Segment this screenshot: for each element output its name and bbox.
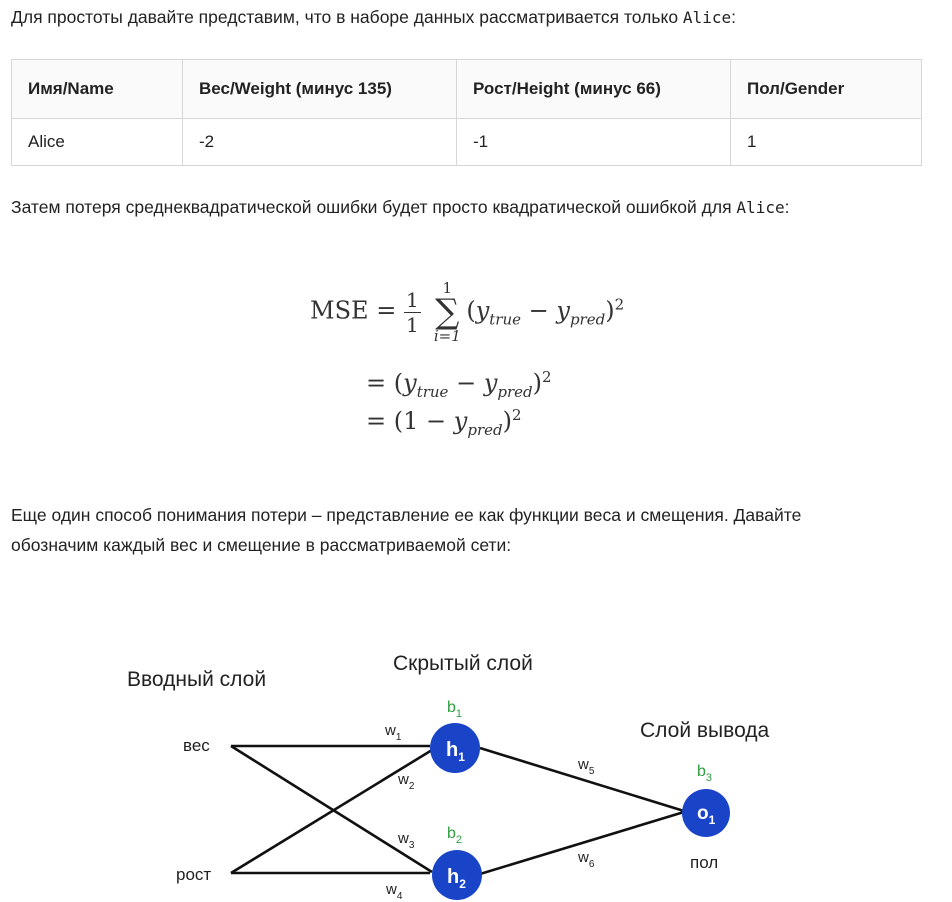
weight-label-w2: w2 — [397, 771, 415, 792]
square-exponent: 2 — [512, 406, 522, 424]
mse-code-alice: Alice — [736, 198, 785, 217]
bias-label-b3: b3 — [697, 763, 712, 784]
input-height-label: рост — [176, 865, 211, 884]
formula-eq-2: = — [366, 369, 387, 397]
weight-labels: w1 w2 w3 w4 w5 w6 — [384, 722, 595, 902]
weight-label-w4: w4 — [385, 881, 403, 902]
hidden-node-h1: h1 — [430, 723, 480, 773]
formula-line-3: = (1 − ypred)2 — [366, 406, 522, 439]
fraction-denominator: 1 — [405, 312, 419, 337]
neural-network-diagram: Вводный слой Скрытый слой Слой вывода ве… — [127, 652, 770, 902]
table-header-row: Имя/Name Вес/Weight (минус 135) Рост/Hei… — [11, 59, 922, 119]
hidden-layer-title: Скрытый слой — [393, 652, 533, 675]
alice-data-table: Имя/Name Вес/Weight (минус 135) Рост/Hei… — [11, 59, 922, 166]
input-layer-title: Вводный слой — [127, 668, 266, 691]
header-weight: Вес/Weight (минус 135) — [182, 59, 457, 119]
sigma-icon: ∑ — [435, 292, 460, 332]
pred-subscript: pred — [569, 310, 606, 329]
rparen: ) — [605, 296, 615, 325]
loss-line-1: Еще один способ понимания потери – предс… — [11, 505, 802, 525]
lparen: ( — [466, 296, 476, 325]
input-weight-label: вес — [183, 736, 210, 755]
output-layer-title: Слой вывода — [640, 719, 770, 742]
intro-paragraph: Для простоты давайте представим, что в н… — [11, 2, 736, 33]
header-gender: Пол/Gender — [730, 59, 922, 119]
mse-paragraph: Затем потеря среднеквадратической ошибки… — [11, 192, 789, 223]
mse-text: Затем потеря среднеквадратической ошибки… — [11, 197, 737, 217]
bias-label-b1: b1 — [447, 699, 462, 720]
y-symbol: y — [403, 369, 417, 397]
output-gender-label: пол — [690, 853, 718, 872]
formula-eq-1: = — [376, 296, 397, 325]
square-exponent: 2 — [542, 368, 552, 386]
sum-lower-limit: i=1 — [433, 327, 461, 345]
cell-gender: 1 — [730, 118, 922, 166]
cell-weight: -2 — [182, 118, 457, 166]
fraction-numerator: 1 — [403, 287, 421, 313]
output-node-o1: o1 — [682, 789, 730, 837]
header-name: Имя/Name — [11, 59, 183, 119]
weight-label-w5: w5 — [577, 756, 595, 777]
loss-paragraph: Еще один способ понимания потери – предс… — [11, 500, 801, 560]
y-symbol: y — [556, 296, 570, 325]
rparen: ) — [532, 369, 543, 397]
minus-sign: − — [456, 369, 477, 397]
formula-eq-3: = — [366, 407, 387, 435]
hidden-node-h2: h2 — [432, 850, 482, 900]
minus-sign: − — [528, 296, 549, 325]
pred-subscript: pred — [467, 420, 503, 439]
intro-end: : — [731, 7, 736, 27]
formula-line-1: MSE = 1 1 1 ∑ i=1 (ytrue − ypred)2 — [310, 280, 624, 344]
lparen: ( — [393, 369, 404, 397]
y-symbol: y — [453, 407, 468, 435]
square-exponent: 2 — [614, 295, 625, 314]
y-symbol: y — [475, 296, 490, 325]
weight-label-w6: w6 — [577, 849, 595, 870]
table-row: Alice -2 -1 1 — [11, 118, 922, 166]
one-value: 1 — [403, 407, 419, 435]
intro-text: Для простоты давайте представим, что в н… — [11, 7, 683, 27]
intro-code-alice: Alice — [682, 8, 732, 27]
bias-label-b2: b2 — [447, 825, 462, 846]
header-height: Рост/Height (минус 66) — [456, 59, 731, 119]
loss-line-2: обозначим каждый вес и смещение в рассма… — [11, 535, 512, 555]
cell-height: -1 — [456, 118, 731, 166]
weight-label-w3: w3 — [397, 830, 415, 851]
cell-name: Alice — [11, 118, 183, 166]
weight-label-w1: w1 — [384, 722, 402, 743]
formula-fraction: 1 1 — [403, 287, 421, 337]
lparen: ( — [393, 407, 404, 435]
y-symbol: y — [483, 369, 498, 397]
pred-subscript: pred — [497, 382, 533, 401]
sum-symbol: 1 ∑ i=1 — [428, 280, 466, 344]
true-subscript: true — [489, 310, 521, 329]
mse-end: : — [784, 197, 790, 217]
true-subscript: true — [416, 382, 449, 401]
formula-mse: MSE — [310, 296, 369, 325]
minus-sign: − — [426, 407, 447, 435]
rparen: ) — [502, 407, 512, 435]
formula-line-2: = (ytrue − ypred)2 — [366, 368, 552, 401]
